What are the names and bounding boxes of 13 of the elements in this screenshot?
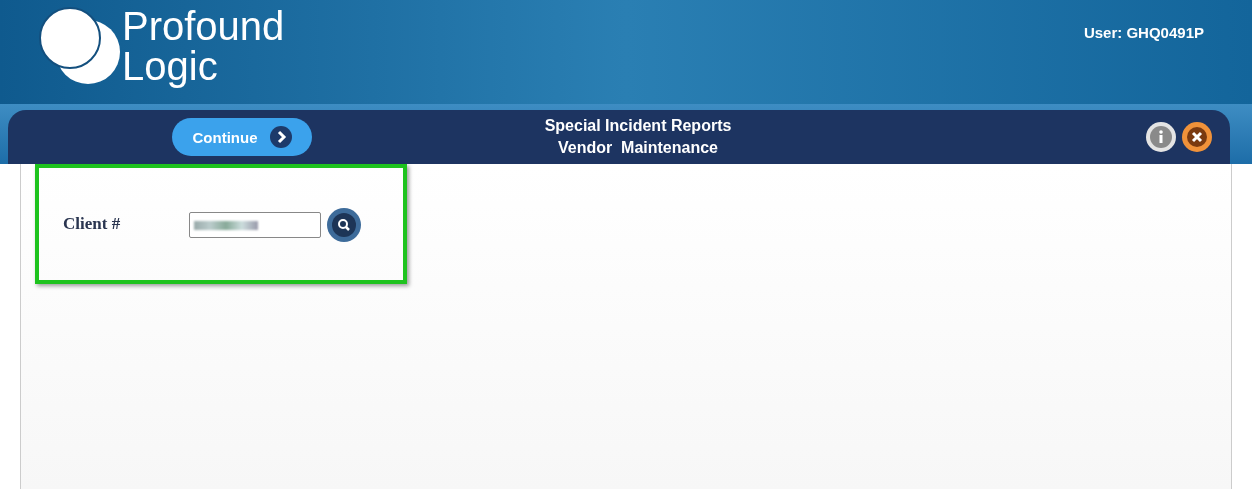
chevron-icon (269, 126, 292, 148)
logo-text: Profound (122, 6, 285, 46)
page-title: Special Incident Reports (544, 116, 732, 136)
close-icon[interactable] (1182, 122, 1212, 152)
info-icon[interactable] (1146, 122, 1176, 152)
search-icon[interactable] (327, 208, 361, 242)
client-number-field[interactable] (189, 212, 321, 238)
user-label: User: GHQ0491P (1083, 24, 1204, 41)
continue-button[interactable]: Continue (172, 118, 312, 156)
page-subtitle: Vendor Maintenance (557, 138, 718, 158)
field-label: Client # (63, 214, 122, 234)
logo-text: Logic (122, 46, 219, 86)
blurred-value-drawing (194, 220, 258, 230)
